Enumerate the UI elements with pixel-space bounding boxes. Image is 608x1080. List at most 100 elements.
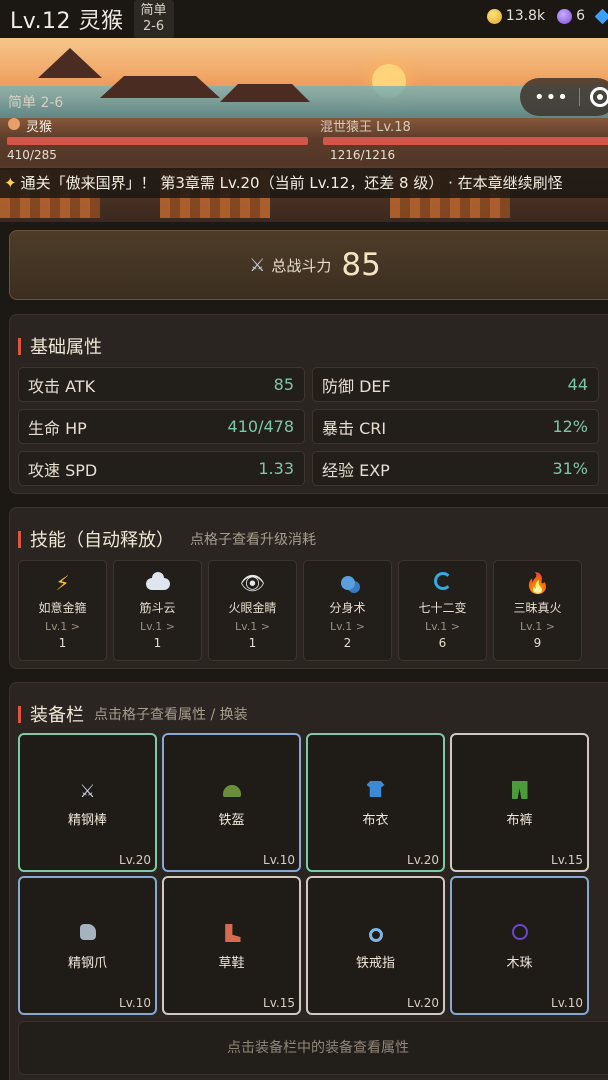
stat-exp: 经验 EXP 31%: [312, 451, 599, 486]
stat-spd: 攻速 SPD 1.33: [18, 451, 305, 486]
equip-slot[interactable]: 铁戒指 Lv.20: [306, 876, 445, 1015]
sparkle-icon: ✦: [4, 174, 17, 192]
skills-header: 技能（自动释放） 点格子查看升级消耗: [18, 526, 316, 552]
hero-name: 灵猴: [26, 120, 53, 135]
equip-name: 木珠: [506, 956, 533, 971]
skill-count: 1: [153, 636, 162, 650]
skill-name: 分身术: [329, 601, 366, 615]
skill-level: Lv.1 >: [45, 620, 80, 633]
equip-name: 精钢爪: [67, 956, 107, 971]
stat-cri: 暴击 CRI 12%: [312, 409, 599, 444]
skill-slot[interactable]: 🔥 三昧真火 Lv.1 > 9: [493, 560, 582, 661]
hero-hp-text: 410/285: [7, 148, 57, 162]
helmet-icon: [164, 781, 299, 803]
gem-icon: [557, 8, 573, 24]
stat-label: 防御 DEF: [322, 376, 391, 396]
crossed-swords-icon: ⚔: [79, 781, 96, 802]
hero-icon: [8, 118, 20, 130]
equip-slot[interactable]: 铁盔 Lv.10: [162, 733, 301, 872]
equip-slot[interactable]: 木珠 Lv.10: [450, 876, 589, 1015]
shirt-icon: [308, 781, 443, 803]
clone-icon: [304, 571, 391, 595]
stage-label: 简单 2-6: [8, 95, 64, 111]
skill-count: 1: [58, 636, 67, 650]
boot-icon: [164, 924, 299, 946]
attributes-header: 基础属性: [18, 333, 102, 359]
section-marker: [18, 337, 21, 355]
stat-label: 攻击 ATK: [28, 376, 96, 396]
equip-slot[interactable]: 精钢爪 Lv.10: [18, 876, 157, 1015]
bead-icon: [452, 924, 587, 946]
combat-power-card: ⚔ 总战斗力 85: [9, 230, 608, 300]
skill-slot[interactable]: 分身术 Lv.1 > 2: [303, 560, 392, 661]
boss-hp-bar: [323, 137, 608, 145]
skill-name: 七十二变: [418, 601, 467, 615]
skill-slot[interactable]: 👁 火眼金睛 Lv.1 > 1: [208, 560, 297, 661]
skills-panel: 技能（自动释放） 点格子查看升级消耗 ⚡ 如意金箍 Lv.1 > 1 筋斗云 L…: [9, 507, 608, 669]
close-mini-program-button[interactable]: [589, 87, 608, 107]
roof-decoration: [100, 76, 220, 98]
ring-icon: [308, 924, 443, 946]
equipment-hint: 点击格子查看属性 / 换装: [94, 707, 248, 723]
coin-count: 13.8k: [505, 8, 546, 24]
skill-slot[interactable]: ⚡ 如意金箍 Lv.1 > 1: [18, 560, 107, 661]
skill-name: 如意金箍: [38, 601, 87, 615]
crossed-swords-icon: ⚔: [249, 254, 266, 276]
stat-label: 生命 HP: [28, 418, 87, 438]
skill-level: Lv.1 >: [425, 620, 460, 633]
equip-name: 精钢棒: [67, 813, 107, 828]
eye-icon: 👁: [239, 571, 266, 595]
difficulty-label: 简单: [140, 3, 167, 18]
equipment-panel: 装备栏 点击格子查看属性 / 换装 ⚔ 精钢棒 Lv.20 铁盔 Lv.10 布…: [9, 682, 608, 1080]
section-marker: [18, 530, 21, 548]
equip-level: Lv.15: [263, 996, 295, 1010]
combat-power-value: 85: [341, 247, 381, 283]
difficulty-badge[interactable]: 简单 2-6: [133, 0, 174, 38]
skill-slot[interactable]: 筋斗云 Lv.1 > 1: [113, 560, 202, 661]
cloud-icon: [114, 571, 201, 595]
section-marker: [18, 705, 21, 723]
skill-name: 火眼金睛: [228, 601, 277, 615]
equip-slot[interactable]: 布裤 Lv.15: [450, 733, 589, 872]
skill-name: 筋斗云: [139, 601, 176, 615]
lightning-icon: ⚡: [55, 571, 70, 595]
glove-icon: [20, 924, 155, 946]
equipment-title: 装备栏: [30, 705, 84, 726]
pagoda-decoration: [38, 48, 102, 78]
skills-hint: 点格子查看升级消耗: [190, 532, 316, 548]
equip-slot[interactable]: 布衣 Lv.20: [306, 733, 445, 872]
boss-hp-text: 1216/1216: [330, 148, 396, 162]
skills-title: 技能（自动释放）: [30, 530, 174, 551]
equip-level: Lv.20: [119, 853, 151, 867]
skill-slot[interactable]: 七十二变 Lv.1 > 6: [398, 560, 487, 661]
equip-name: 铁戒指: [355, 956, 395, 971]
attributes-panel: 基础属性 攻击 ATK 85 防御 DEF 44 生命 HP 410/478 暴击 C…: [9, 314, 608, 494]
equip-slot[interactable]: 草鞋 Lv.15: [162, 876, 301, 1015]
equip-level: Lv.20: [407, 996, 439, 1010]
equip-level: Lv.10: [119, 996, 151, 1010]
equip-name: 布衣: [362, 813, 389, 828]
more-menu-button[interactable]: •••: [534, 87, 569, 108]
equip-slot[interactable]: ⚔ 精钢棒 Lv.20: [18, 733, 157, 872]
skill-name: 三昧真火: [513, 601, 562, 615]
equipment-detail-hint[interactable]: 点击装备栏中的装备查看属性: [18, 1021, 608, 1075]
spiral-icon: [399, 571, 486, 595]
gem-count: 6: [576, 8, 585, 24]
equipment-header: 装备栏 点击格子查看属性 / 换装: [18, 701, 248, 727]
stat-value: 12%: [552, 417, 588, 436]
equip-name: 布裤: [506, 813, 533, 828]
stat-value: 410/478: [227, 417, 294, 436]
equip-name: 草鞋: [218, 956, 245, 971]
equip-level: Lv.10: [551, 996, 583, 1010]
stat-value: 31%: [552, 459, 588, 478]
attributes-title: 基础属性: [30, 337, 102, 358]
stat-label: 经验 EXP: [322, 460, 390, 480]
skill-count: 2: [343, 636, 352, 650]
equip-level: Lv.20: [407, 853, 439, 867]
stat-label: 暴击 CRI: [322, 418, 387, 438]
battle-scene: 简单 2-6 灵猴 混世猿王 Lv.18 410/285 1216/1216 •…: [0, 38, 608, 222]
stat-label: 攻速 SPD: [28, 460, 98, 480]
stat-hp: 生命 HP 410/478: [18, 409, 305, 444]
sea-decoration: [0, 86, 608, 118]
diamond-icon[interactable]: [594, 8, 608, 24]
